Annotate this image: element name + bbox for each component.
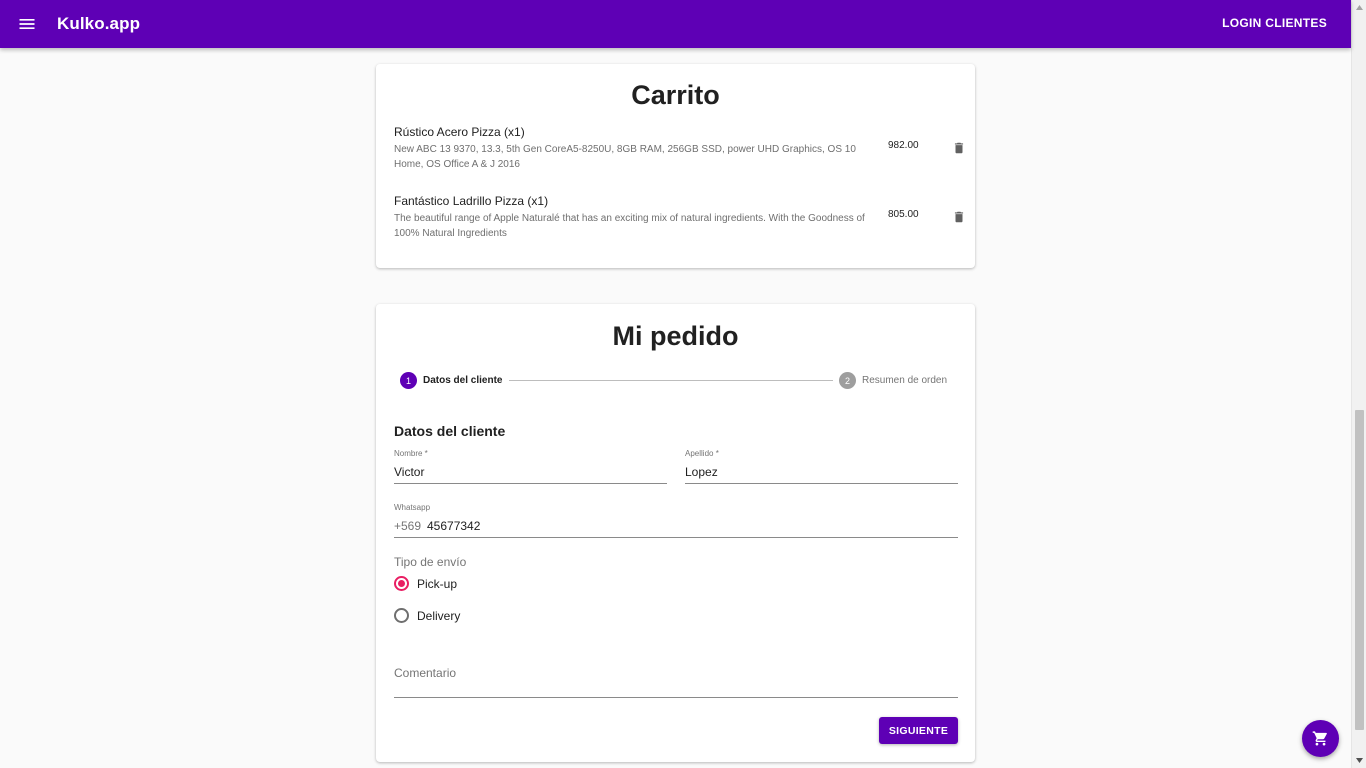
- cart-item-price: 982.00: [888, 140, 919, 151]
- apellido-value[interactable]: Lopez: [685, 465, 718, 479]
- whatsapp-field[interactable]: Whatsapp +569 45677342: [394, 503, 958, 538]
- radio-delivery-control[interactable]: [394, 608, 409, 623]
- section-heading: Datos del cliente: [394, 423, 506, 439]
- radio-pickup-control[interactable]: [394, 576, 409, 591]
- nombre-field[interactable]: Nombre * Victor: [394, 449, 667, 484]
- whatsapp-value[interactable]: 45677342: [427, 519, 480, 533]
- stepper: 1 Datos del cliente 2 Resumen de orden: [400, 372, 952, 390]
- scroll-down-arrow-icon[interactable]: [1352, 753, 1366, 768]
- menu-button[interactable]: [0, 0, 54, 48]
- radio-pickup-label[interactable]: Pick-up: [417, 577, 457, 591]
- step-2-number[interactable]: 2: [839, 372, 856, 389]
- cart-item-name: Rústico Acero Pizza (x1): [394, 125, 525, 139]
- cart-item-description: The beautiful range of Apple Naturalé th…: [394, 213, 865, 239]
- apellido-label: Apellido *: [685, 449, 719, 458]
- cart-title: Carrito: [631, 80, 720, 110]
- step-1-label[interactable]: Datos del cliente: [423, 375, 502, 386]
- menu-icon: [19, 19, 35, 29]
- nombre-label: Nombre *: [394, 449, 428, 458]
- radio-delivery[interactable]: Delivery: [394, 608, 460, 623]
- order-title: Mi pedido: [612, 321, 739, 351]
- trash-icon[interactable]: [952, 209, 966, 225]
- step-1-number[interactable]: 1: [400, 372, 417, 389]
- app-bar: Kulko.app LOGIN CLIENTES: [0, 0, 1351, 48]
- scroll-up-arrow-icon[interactable]: [1352, 0, 1366, 15]
- app-title[interactable]: Kulko.app: [57, 14, 140, 34]
- scrollbar-thumb[interactable]: [1355, 410, 1364, 730]
- login-clients-button[interactable]: LOGIN CLIENTES: [1222, 16, 1327, 30]
- cart-item: Fantástico Ladrillo Pizza (x1) The beaut…: [394, 194, 964, 241]
- comentario-field[interactable]: Comentario: [394, 659, 958, 698]
- shipping-type-label: Tipo de envío: [394, 555, 467, 569]
- radio-pickup[interactable]: Pick-up: [394, 576, 457, 591]
- nombre-value[interactable]: Victor: [394, 465, 424, 479]
- cart-card: Carrito Rústico Acero Pizza (x1) New ABC…: [376, 64, 975, 268]
- trash-icon[interactable]: [952, 140, 966, 156]
- step-2-label[interactable]: Resumen de orden: [862, 375, 947, 386]
- whatsapp-prefix: +569: [394, 519, 422, 533]
- cart-icon: [1312, 731, 1327, 746]
- whatsapp-label: Whatsapp: [394, 503, 431, 512]
- radio-delivery-label[interactable]: Delivery: [417, 609, 460, 623]
- cart-item-description: New ABC 13 9370, 13.3, 5th Gen CoreA5-82…: [394, 144, 856, 170]
- page-scrollbar[interactable]: [1351, 0, 1366, 768]
- cart-item: Rústico Acero Pizza (x1) New ABC 13 9370…: [394, 125, 964, 172]
- next-button[interactable]: SIGUIENTE: [879, 717, 958, 744]
- apellido-field[interactable]: Apellido * Lopez: [685, 449, 958, 484]
- stepper-connector: [509, 380, 833, 381]
- cart-fab-button[interactable]: [1302, 720, 1339, 757]
- cart-item-name: Fantástico Ladrillo Pizza (x1): [394, 194, 549, 208]
- comentario-placeholder[interactable]: Comentario: [394, 666, 456, 680]
- order-card: Mi pedido 1 Datos del cliente 2 Resumen …: [376, 304, 975, 762]
- cart-item-price: 805.00: [888, 209, 919, 220]
